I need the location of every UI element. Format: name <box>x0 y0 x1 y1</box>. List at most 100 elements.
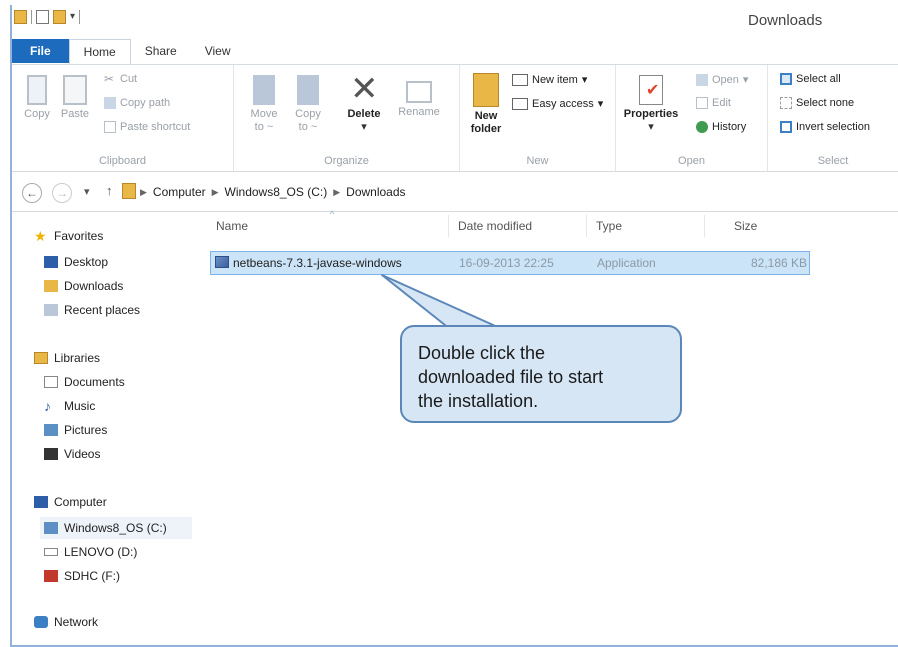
toolbar-separator <box>79 10 81 24</box>
explorer-window: ▾ Downloads File Home Share View Copy Pa… <box>10 5 898 647</box>
folder-icon <box>122 183 136 199</box>
nav-music[interactable]: ♪ Music <box>44 399 95 413</box>
history-button[interactable]: History <box>696 121 746 133</box>
properties-icon[interactable] <box>36 10 49 24</box>
copy-path-icon <box>104 97 116 109</box>
paste-shortcut-icon <box>104 121 116 133</box>
column-date-modified[interactable]: Date modified <box>458 219 532 233</box>
column-divider[interactable] <box>448 215 449 237</box>
copy-to-button[interactable]: Copy to ~ <box>290 75 326 134</box>
callout-box: Double click the downloaded file to star… <box>400 325 682 423</box>
nav-drive-f[interactable]: SDHC (F:) <box>44 569 120 583</box>
libraries-icon <box>34 352 48 364</box>
copy-icon <box>27 75 47 105</box>
nav-pictures[interactable]: Pictures <box>44 423 107 437</box>
tab-home[interactable]: Home <box>68 39 131 65</box>
column-size[interactable]: Size <box>734 219 757 233</box>
file-date: 16-09-2013 22:25 <box>459 256 554 270</box>
rename-button[interactable]: Rename <box>394 75 444 119</box>
select-none-button[interactable]: Select none <box>780 97 854 109</box>
select-all-button[interactable]: Select all <box>780 73 841 85</box>
cut-button[interactable]: ✂ Cut <box>104 73 137 85</box>
callout-line: downloaded file to start <box>418 367 604 387</box>
ribbon: Copy Paste ✂ Cut Copy path Paste shortcu… <box>12 64 898 172</box>
column-divider[interactable] <box>586 215 587 237</box>
forward-button[interactable]: → <box>52 183 72 203</box>
pictures-icon <box>44 424 58 436</box>
nav-desktop[interactable]: Desktop <box>44 255 108 269</box>
file-type: Application <box>597 256 656 270</box>
quick-access-toolbar: ▾ <box>14 10 81 24</box>
new-folder-button[interactable]: New folder <box>466 73 506 136</box>
callout-line: Double click the <box>418 343 546 363</box>
crumb-separator: ▶ <box>140 186 147 197</box>
clipboard-group: Copy Paste ✂ Cut Copy path Paste shortcu… <box>12 65 234 171</box>
crumb-separator: ▶ <box>333 186 341 197</box>
open-icon <box>696 73 708 86</box>
up-arrow-icon[interactable]: ↑ <box>106 183 113 198</box>
column-name[interactable]: Name <box>216 219 248 233</box>
nav-drive-c[interactable]: Windows8_OS (C:) <box>40 517 192 539</box>
paste-icon <box>63 75 87 105</box>
crumb-computer[interactable]: Computer <box>153 185 206 199</box>
select-group: Select all Select none Invert selection … <box>768 65 898 171</box>
organize-group: Move to ~ Copy to ~ ✕ Delete ▾ Rename Organ… <box>234 65 460 171</box>
downloads-icon <box>44 280 58 292</box>
nav-computer[interactable]: Computer <box>34 495 107 509</box>
crumb-separator: ▶ <box>211 186 219 197</box>
open-button[interactable]: Open ▾ <box>696 73 748 86</box>
nav-recent-places[interactable]: Recent places <box>44 303 140 317</box>
new-folder-icon[interactable] <box>53 10 66 24</box>
tab-share[interactable]: Share <box>131 39 191 63</box>
easy-access-icon <box>512 97 528 110</box>
nav-downloads[interactable]: Downloads <box>44 279 123 293</box>
sort-arrow-icon: ^ <box>330 209 335 219</box>
group-label-organize: Organize <box>324 155 369 167</box>
customize-toolbar-icon[interactable]: ▾ <box>70 10 75 24</box>
properties-button[interactable]: ✔ Properties ▾ <box>622 75 680 134</box>
nav-drive-d[interactable]: LENOVO (D:) <box>44 545 137 559</box>
navigation-bar: ← → ▾ ↑ ▶ Computer ▶ Windows8_OS (C:) ▶ … <box>12 177 898 212</box>
sd-card-icon <box>44 570 58 582</box>
navigation-pane: ★ Favorites Desktop Downloads Recent pla… <box>12 213 208 643</box>
nav-network[interactable]: Network <box>34 615 98 629</box>
window-title: Downloads <box>748 12 823 29</box>
edit-button[interactable]: Edit <box>696 97 731 109</box>
toolbar-separator <box>31 10 32 24</box>
column-type[interactable]: Type <box>596 219 622 233</box>
paste-button[interactable]: Paste <box>58 75 92 121</box>
tab-file[interactable]: File <box>12 39 69 63</box>
invert-selection-icon <box>780 121 792 133</box>
easy-access-button[interactable]: Easy access ▾ <box>512 97 603 110</box>
new-group: New folder New item ▾ Easy access ▾ New <box>460 65 616 171</box>
application-icon <box>215 256 229 268</box>
properties-icon: ✔ <box>639 75 663 105</box>
recent-places-icon <box>44 304 58 316</box>
move-to-button[interactable]: Move to ~ <box>246 75 282 134</box>
nav-libraries[interactable]: Libraries <box>34 351 100 365</box>
tab-view[interactable]: View <box>191 39 245 63</box>
new-item-button[interactable]: New item ▾ <box>512 73 587 86</box>
delete-button[interactable]: ✕ Delete ▾ <box>344 70 384 134</box>
copy-button[interactable]: Copy <box>20 75 54 121</box>
group-label-new: New <box>526 155 549 167</box>
divider <box>12 211 898 212</box>
recent-locations-icon[interactable]: ▾ <box>84 185 90 198</box>
crumb-drive-c[interactable]: Windows8_OS (C:) <box>225 185 328 199</box>
back-button[interactable]: ← <box>22 183 42 203</box>
group-label-select: Select <box>817 155 849 167</box>
nav-documents[interactable]: Documents <box>44 375 125 389</box>
nav-videos[interactable]: Videos <box>44 447 100 461</box>
crumb-downloads[interactable]: Downloads <box>346 185 405 199</box>
delete-x-icon: ✕ <box>350 70 379 108</box>
music-icon: ♪ <box>44 398 51 414</box>
documents-icon <box>44 376 58 388</box>
paste-shortcut-button[interactable]: Paste shortcut <box>104 121 190 133</box>
history-icon <box>696 121 708 133</box>
network-icon <box>34 616 48 628</box>
column-divider[interactable] <box>704 215 705 237</box>
invert-selection-button[interactable]: Invert selection <box>780 121 870 133</box>
ribbon-tabs: File Home Share View <box>12 39 898 65</box>
copy-path-button[interactable]: Copy path <box>104 97 170 109</box>
select-all-icon <box>780 73 792 85</box>
